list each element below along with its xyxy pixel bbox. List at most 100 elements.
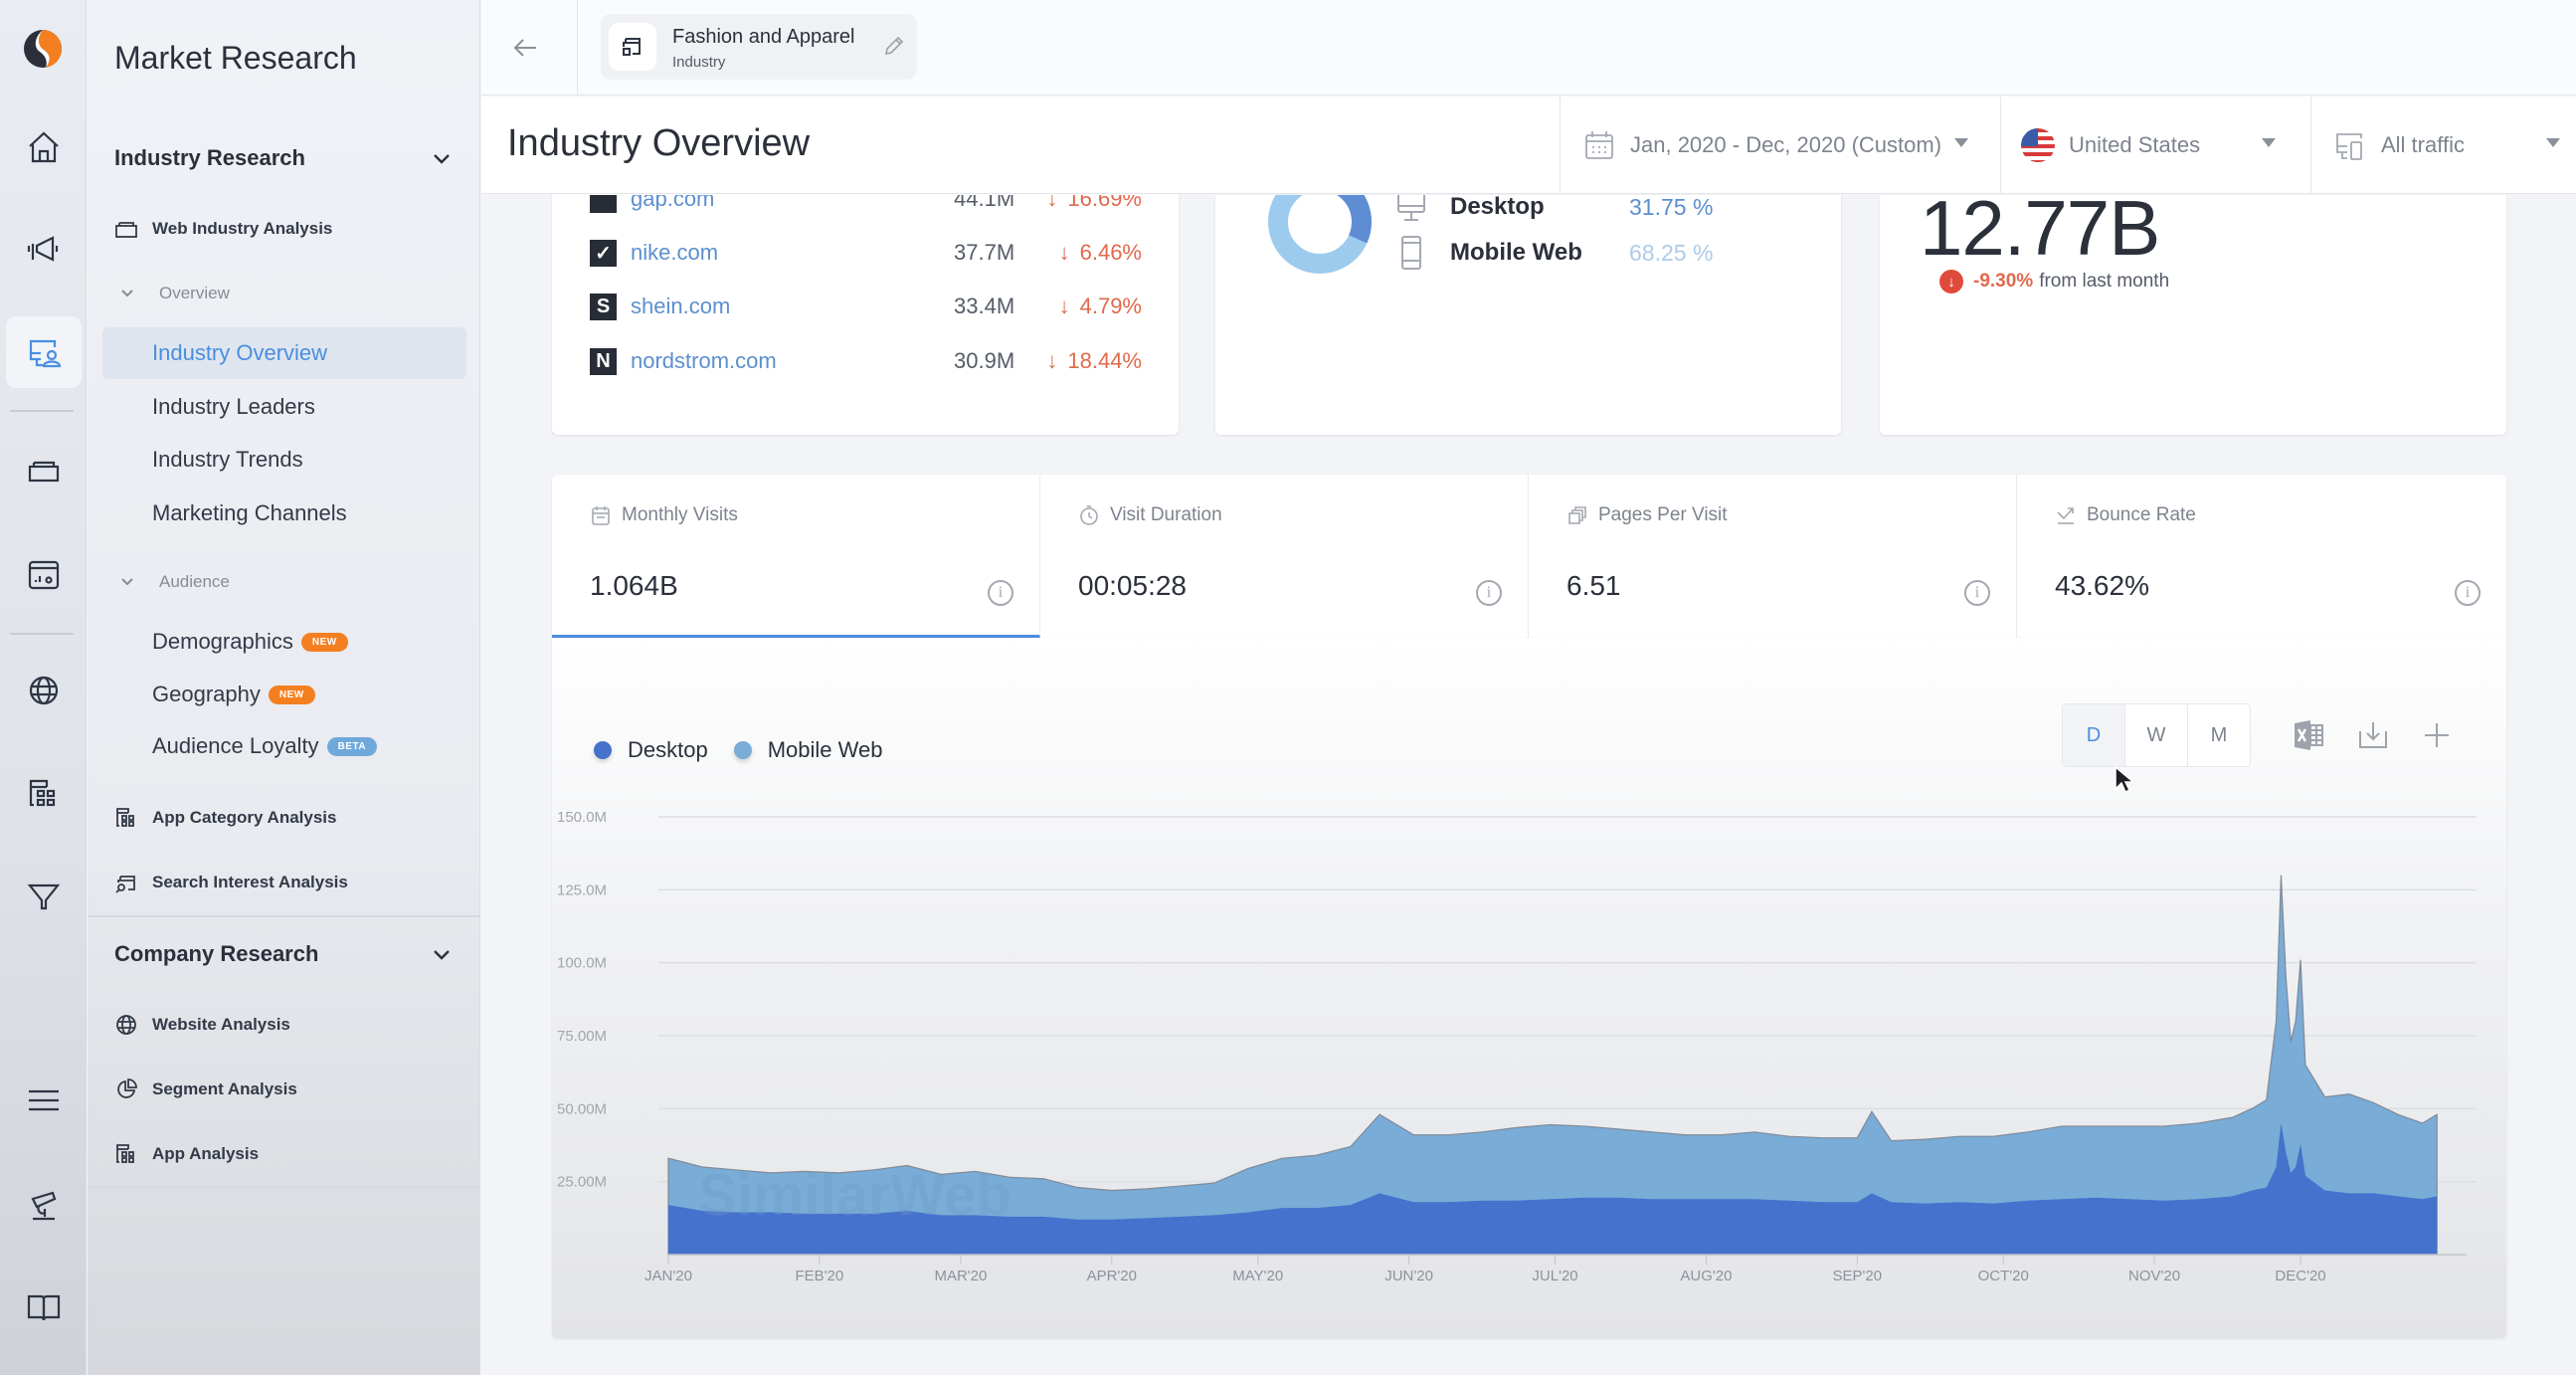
total-visits-card: 12.77B ↓ -9.30% from last month — [1880, 195, 2506, 435]
metric-label-text: Monthly Visits — [622, 504, 738, 525]
metric-pages-per-visit[interactable]: Pages Per Visit 6.51 i — [1529, 475, 2017, 638]
sidebar-item-label: App Analysis — [152, 1144, 260, 1163]
site-domain-link[interactable]: gap.com — [631, 195, 714, 212]
edit-button[interactable] — [882, 34, 906, 58]
devices-icon — [2336, 133, 2362, 160]
sidebar-item-industry-leaders[interactable]: Industry Leaders — [152, 394, 315, 420]
audience-group[interactable]: Audience — [119, 572, 230, 592]
web-industry-icon[interactable] — [0, 434, 87, 505]
metric-label-text: Pages Per Visit — [1598, 504, 1728, 525]
site-row[interactable]: S shein.com 33.4M ↓ 4.79% — [590, 287, 1142, 326]
market-research-icon[interactable] — [6, 316, 82, 388]
legend-dot-desktop — [594, 741, 612, 759]
metric-bounce-rate[interactable]: Bounce Rate 43.62% i — [2017, 475, 2506, 638]
info-icon[interactable]: i — [988, 580, 1013, 606]
entity-selector[interactable]: Fashion and Apparel Industry — [601, 14, 917, 80]
beta-badge: BETA — [326, 736, 378, 756]
site-change: ↓ 6.46% — [1059, 240, 1142, 266]
granularity-monthly-button[interactable]: M — [2188, 704, 2250, 766]
sidebar-item-label: App Category Analysis — [152, 808, 337, 827]
caret-down-icon — [2546, 138, 2560, 147]
country-selector[interactable]: United States — [2000, 97, 2305, 194]
header-divider — [577, 0, 578, 96]
change-suffix: from last month — [2039, 271, 2170, 292]
site-change-value: 6.46% — [1079, 240, 1142, 265]
site-row[interactable]: gap.com 44.1M ↓ 16.69% — [590, 195, 1142, 219]
metric-value: 1.064B — [590, 570, 678, 601]
sidebar-item-search-interest-analysis[interactable]: Search Interest Analysis — [114, 871, 348, 894]
sidebar-item-industry-overview[interactable]: Industry Overview — [102, 327, 466, 379]
x-tick-label: JUL'20 — [1532, 1268, 1577, 1284]
arrow-left-icon — [513, 39, 536, 57]
metric-label-text: Visit Duration — [1110, 504, 1222, 525]
sidebar-item-app-category-analysis[interactable]: App Category Analysis — [114, 806, 336, 830]
top-header: Fashion and Apparel Industry — [481, 0, 2576, 96]
y-tick-label: 50.00M — [557, 1100, 607, 1117]
app-analytics-icon[interactable] — [0, 539, 87, 611]
info-icon[interactable]: i — [1964, 580, 1990, 606]
chart-legend: Desktop Mobile Web — [594, 737, 908, 763]
legend-item-desktop[interactable]: Desktop — [594, 737, 708, 763]
traffic-source-selector[interactable]: All traffic — [2310, 97, 2576, 194]
similarweb-watermark: SimilarWeb — [698, 1163, 1012, 1228]
site-domain-link[interactable]: nordstrom.com — [631, 348, 777, 374]
sidebar-item-geography[interactable]: Geography NEW — [152, 682, 315, 707]
app-grid-icon[interactable] — [0, 758, 87, 830]
chevron-down-icon — [121, 578, 133, 586]
x-tick-label: SEP'20 — [1832, 1268, 1882, 1284]
menu-icon[interactable] — [0, 1065, 87, 1136]
audience-group-label: Audience — [159, 572, 230, 591]
book-icon[interactable] — [0, 1272, 87, 1343]
megaphone-icon[interactable] — [0, 213, 87, 285]
metric-visit-duration[interactable]: Visit Duration 00:05:28 i — [1040, 475, 1529, 638]
site-domain-link[interactable]: shein.com — [631, 294, 730, 319]
back-button[interactable] — [503, 26, 547, 70]
site-domain-link[interactable]: nike.com — [631, 240, 718, 266]
sidebar-item-marketing-channels[interactable]: Marketing Channels — [152, 500, 347, 526]
new-badge: NEW — [268, 685, 315, 704]
site-change: ↓ 4.79% — [1059, 294, 1142, 319]
overview-group[interactable]: Overview — [119, 284, 230, 303]
sidebar-item-demographics[interactable]: Demographics NEW — [152, 629, 348, 655]
sidebar-item-app-analysis[interactable]: App Analysis — [114, 1142, 259, 1166]
top-sites-list: gap.com 44.1M ↓ 16.69% ✓ nike.com 37.7M ↓… — [552, 195, 1179, 435]
desktop-percent: 31.75 % — [1629, 195, 1714, 220]
info-icon[interactable]: i — [2455, 580, 2481, 606]
date-range-value: Jan, 2020 - Dec, 2020 (Custom) — [1630, 132, 1942, 157]
add-to-dashboard-button[interactable] — [2417, 715, 2457, 755]
date-range-selector[interactable]: Jan, 2020 - Dec, 2020 (Custom) — [1560, 97, 1984, 194]
company-research-section[interactable]: Company Research — [114, 941, 453, 967]
sidebar-item-web-industry-analysis[interactable]: Web Industry Analysis — [114, 217, 332, 241]
site-row[interactable]: N nordstrom.com 30.9M ↓ 18.44% — [590, 341, 1142, 381]
legend-desktop: Desktop 31.75 % — [1396, 195, 1713, 225]
page-titlebar: Industry Overview Jan, 2020 - Dec, 2020 … — [481, 97, 2576, 194]
entity-type: Industry — [672, 54, 726, 71]
legend-item-mobile-web[interactable]: Mobile Web — [733, 737, 882, 763]
granularity-daily-button[interactable]: D — [2063, 704, 2125, 766]
similarweb-logo-icon[interactable] — [22, 28, 64, 70]
home-icon[interactable] — [0, 111, 87, 183]
sidebar-item-segment-analysis[interactable]: Segment Analysis — [114, 1078, 297, 1101]
calendar-icon — [1585, 131, 1613, 159]
chevron-down-icon — [434, 950, 450, 960]
industry-research-section[interactable]: Industry Research — [114, 145, 453, 171]
funnel-icon[interactable] — [0, 860, 87, 931]
metric-monthly-visits[interactable]: Monthly Visits 1.064B i — [552, 475, 1040, 638]
device-donut-chart — [1268, 195, 1372, 274]
sidebar-item-industry-trends[interactable]: Industry Trends — [152, 447, 303, 473]
app-grid-icon — [116, 1144, 134, 1163]
info-icon[interactable]: i — [1476, 580, 1502, 606]
granularity-weekly-button[interactable]: W — [2125, 704, 2188, 766]
metric-value: 00:05:28 — [1078, 570, 1187, 601]
telescope-icon[interactable] — [0, 1170, 87, 1242]
sidebar-item-audience-loyalty[interactable]: Audience Loyalty BETA — [152, 733, 378, 759]
sidebar-item-label: Demographics — [152, 629, 293, 654]
site-change: ↓ 18.44% — [1046, 348, 1142, 374]
export-excel-button[interactable] — [2289, 715, 2328, 755]
total-visits-value: 12.77B — [1920, 195, 2160, 272]
sidebar-item-website-analysis[interactable]: Website Analysis — [114, 1013, 290, 1037]
download-button[interactable] — [2353, 715, 2393, 755]
globe-icon[interactable] — [0, 655, 87, 726]
x-tick-label: JUN'20 — [1384, 1268, 1433, 1284]
site-row[interactable]: ✓ nike.com 37.7M ↓ 6.46% — [590, 233, 1142, 273]
